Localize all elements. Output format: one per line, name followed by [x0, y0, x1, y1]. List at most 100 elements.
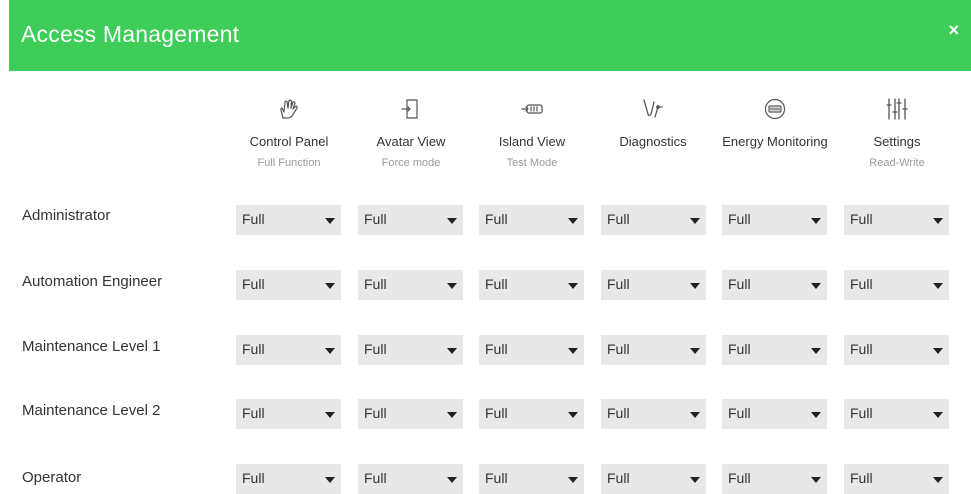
column-header-energy-monitoring: Energy Monitoring [713, 96, 837, 157]
access-select[interactable]: Full [479, 399, 584, 429]
select-value: Full [607, 211, 630, 227]
select-value: Full [242, 341, 265, 357]
caret-down-icon [325, 218, 335, 224]
caret-down-icon [933, 477, 943, 483]
column-label: Control Panel [249, 134, 329, 149]
caret-down-icon [325, 348, 335, 354]
column-label: Energy Monitoring [722, 134, 828, 149]
caret-down-icon [447, 348, 457, 354]
access-select[interactable]: Full [236, 335, 341, 365]
access-select[interactable]: Full [479, 270, 584, 300]
role-label-automation-engineer: Automation Engineer [22, 273, 163, 290]
caret-down-icon [811, 283, 821, 289]
caret-down-icon [325, 283, 335, 289]
access-select[interactable]: Full [236, 205, 341, 235]
select-value: Full [242, 470, 265, 486]
caret-down-icon [325, 477, 335, 483]
access-select[interactable]: Full [479, 205, 584, 235]
select-value: Full [485, 276, 508, 292]
select-value: Full [607, 341, 630, 357]
access-select[interactable]: Full [722, 270, 827, 300]
island-module-icon [470, 96, 594, 122]
access-select[interactable]: Full [601, 270, 706, 300]
access-select[interactable]: Full [358, 399, 463, 429]
caret-down-icon [690, 218, 700, 224]
caret-down-icon [811, 348, 821, 354]
select-value: Full [485, 405, 508, 421]
access-select[interactable]: Full [722, 399, 827, 429]
access-select[interactable]: Full [358, 335, 463, 365]
access-select[interactable]: Full [601, 335, 706, 365]
column-sublabel: Full Function [257, 157, 321, 169]
access-select[interactable]: Full [844, 205, 949, 235]
select-value: Full [242, 405, 265, 421]
select-value: Full [364, 405, 387, 421]
select-value: Full [728, 341, 751, 357]
caret-down-icon [447, 218, 457, 224]
caret-down-icon [447, 283, 457, 289]
caret-down-icon [690, 348, 700, 354]
access-select[interactable]: Full [722, 205, 827, 235]
sliders-icon [835, 96, 959, 122]
caret-down-icon [568, 412, 578, 418]
caret-down-icon [811, 412, 821, 418]
select-value: Full [485, 341, 508, 357]
select-value: Full [242, 211, 265, 227]
select-value: Full [850, 211, 873, 227]
select-value: Full [364, 211, 387, 227]
caret-down-icon [933, 218, 943, 224]
column-header-island-view: Island View Test Mode [470, 96, 594, 169]
caret-down-icon [568, 348, 578, 354]
caret-down-icon [811, 477, 821, 483]
access-select[interactable]: Full [844, 335, 949, 365]
column-label: Diagnostics [619, 134, 687, 149]
caret-down-icon [811, 218, 821, 224]
select-value: Full [364, 470, 387, 486]
select-value: Full [850, 341, 873, 357]
role-label-operator: Operator [22, 469, 82, 486]
hand-touch-icon [227, 96, 351, 122]
role-label-administrator: Administrator [22, 207, 111, 224]
stethoscope-icon [591, 96, 715, 122]
select-value: Full [485, 211, 508, 227]
caret-down-icon [325, 412, 335, 418]
select-value: Full [485, 470, 508, 486]
caret-down-icon [568, 477, 578, 483]
dialog-title: Access Management [21, 21, 240, 47]
column-sublabel: Force mode [381, 157, 441, 169]
column-sublabel: Read-Write [869, 157, 925, 169]
select-value: Full [850, 405, 873, 421]
access-select[interactable]: Full [844, 270, 949, 300]
close-button[interactable]: × [948, 20, 959, 40]
caret-down-icon [690, 412, 700, 418]
access-select[interactable]: Full [722, 335, 827, 365]
access-select[interactable]: Full [601, 205, 706, 235]
column-header-diagnostics: Diagnostics [591, 96, 715, 157]
access-select[interactable]: Full [844, 399, 949, 429]
door-enter-icon [349, 96, 473, 122]
select-value: Full [850, 470, 873, 486]
select-value: Full [364, 276, 387, 292]
access-select[interactable]: Full [601, 399, 706, 429]
caret-down-icon [690, 477, 700, 483]
caret-down-icon [933, 283, 943, 289]
column-label: Avatar View [376, 134, 446, 149]
caret-down-icon [933, 348, 943, 354]
column-label: Settings [873, 134, 921, 149]
energy-meter-icon [713, 96, 837, 122]
access-select[interactable]: Full [236, 270, 341, 300]
access-select[interactable]: Full [358, 270, 463, 300]
column-header-control-panel: Control Panel Full Function [227, 96, 351, 169]
select-value: Full [242, 276, 265, 292]
column-header-avatar-view: Avatar View Force mode [349, 96, 473, 169]
access-select[interactable]: Full [236, 399, 341, 429]
caret-down-icon [447, 477, 457, 483]
role-label-maintenance-level-2: Maintenance Level 2 [22, 402, 161, 419]
caret-down-icon [568, 218, 578, 224]
access-select[interactable]: Full [358, 205, 463, 235]
select-value: Full [728, 211, 751, 227]
access-select[interactable]: Full [479, 335, 584, 365]
caret-down-icon [447, 412, 457, 418]
select-value: Full [607, 276, 630, 292]
caret-down-icon [933, 412, 943, 418]
